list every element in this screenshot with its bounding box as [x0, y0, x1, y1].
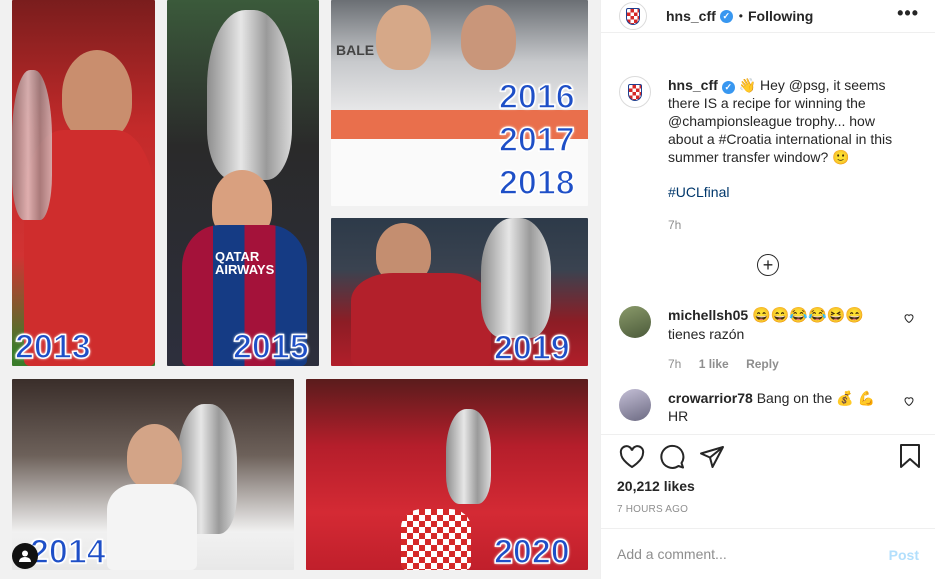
comment-timestamp: 7h [668, 357, 682, 371]
post-image-collage[interactable]: 2013 QATAR AIRWAYS 2015 BALE 2016 2017 2… [0, 0, 600, 579]
comment-like-heart-icon[interactable] [903, 395, 915, 407]
year-label-2016: 2016 [498, 78, 575, 116]
croatia-crest-icon [628, 83, 642, 101]
photo-2014: 2014 [12, 379, 294, 570]
load-more-comments-icon[interactable]: + [757, 254, 779, 276]
heart-icon [619, 444, 645, 468]
photo-2015: QATAR AIRWAYS 2015 [167, 0, 319, 366]
comment-username[interactable]: crowarrior78 [668, 390, 753, 406]
commenter-avatar[interactable] [619, 389, 651, 421]
comment-reply-button[interactable]: Reply [746, 357, 779, 371]
caption-timestamp: 7h [668, 218, 682, 232]
post-details-panel: hns_cff ✓ • Following ••• hns_cff ✓ 👋 Hey… [600, 0, 935, 579]
year-label-2020: 2020 [493, 533, 570, 570]
croatia-crest-icon [626, 7, 640, 25]
save-button[interactable] [899, 443, 921, 472]
verified-badge-icon: ✓ [721, 80, 735, 94]
comment-text: tienes razón [668, 326, 745, 342]
year-label-2014: 2014 [29, 533, 106, 570]
comment-text-continued: HR [668, 408, 689, 424]
post-actions-bar [601, 434, 935, 478]
comment-item: michellsh05 😄😄😂😂😆😄 tienes razón 7h 1 lik… [601, 306, 935, 371]
year-label-2013: 2013 [14, 328, 91, 366]
post-header: hns_cff ✓ • Following ••• [601, 0, 935, 33]
profile-avatar[interactable] [619, 2, 647, 30]
comment-username[interactable]: michellsh05 [668, 307, 748, 323]
post-timestamp: 7 HOURS AGO [617, 504, 689, 515]
comment-text: Bang on the 💰 💪 [756, 390, 875, 406]
post-caption: hns_cff ✓ 👋 Hey @psg, it seems there IS a… [601, 62, 935, 232]
caption-text-block: hns_cff ✓ 👋 Hey @psg, it seems there IS a… [668, 62, 911, 166]
following-button[interactable]: Following [748, 8, 813, 24]
commenter-avatar[interactable] [619, 306, 651, 338]
add-comment-input[interactable] [617, 546, 877, 562]
caption-hashtag-link[interactable]: #UCLfinal [668, 184, 729, 200]
comment-like-heart-icon[interactable] [903, 312, 915, 324]
comment-item: crowarrior78 Bang on the 💰 💪 HR [601, 389, 935, 425]
year-label-2019: 2019 [493, 329, 570, 366]
add-comment-bar: Post [601, 528, 935, 579]
likes-count[interactable]: 20,212 likes [617, 478, 695, 494]
comment-icon [660, 444, 685, 469]
shirt-name-text: BALE [336, 42, 375, 58]
bookmark-icon [900, 444, 920, 468]
year-label-2017: 2017 [498, 121, 575, 159]
year-label-2015: 2015 [232, 328, 309, 366]
photo-2019: 2019 [331, 218, 588, 366]
like-button[interactable] [617, 442, 647, 472]
photo-2020: 2020 [306, 379, 588, 570]
verified-badge-icon: ✓ [719, 9, 733, 23]
header-username[interactable]: hns_cff [666, 8, 716, 24]
photo-2013: 2013 [12, 0, 155, 366]
tagged-user-icon[interactable] [12, 543, 38, 569]
caption-username[interactable]: hns_cff [668, 77, 718, 93]
caption-avatar[interactable] [619, 76, 651, 108]
comment-likes-count[interactable]: 1 like [699, 357, 729, 371]
comments-scroll-area[interactable]: hns_cff ✓ 👋 Hey @psg, it seems there IS a… [601, 62, 935, 434]
comment-button[interactable] [657, 442, 687, 472]
post-comment-button[interactable]: Post [889, 547, 919, 563]
year-label-2018: 2018 [498, 164, 575, 202]
photo-2016-2017-2018: BALE 2016 2017 2018 [331, 0, 588, 206]
share-icon [700, 445, 724, 468]
comment-emojis: 😄😄😂😂😆😄 [752, 307, 865, 324]
header-separator: • [738, 9, 743, 23]
share-button[interactable] [697, 442, 727, 472]
shirt-sponsor-text: QATAR AIRWAYS [215, 249, 275, 277]
more-options-icon[interactable]: ••• [897, 4, 919, 22]
